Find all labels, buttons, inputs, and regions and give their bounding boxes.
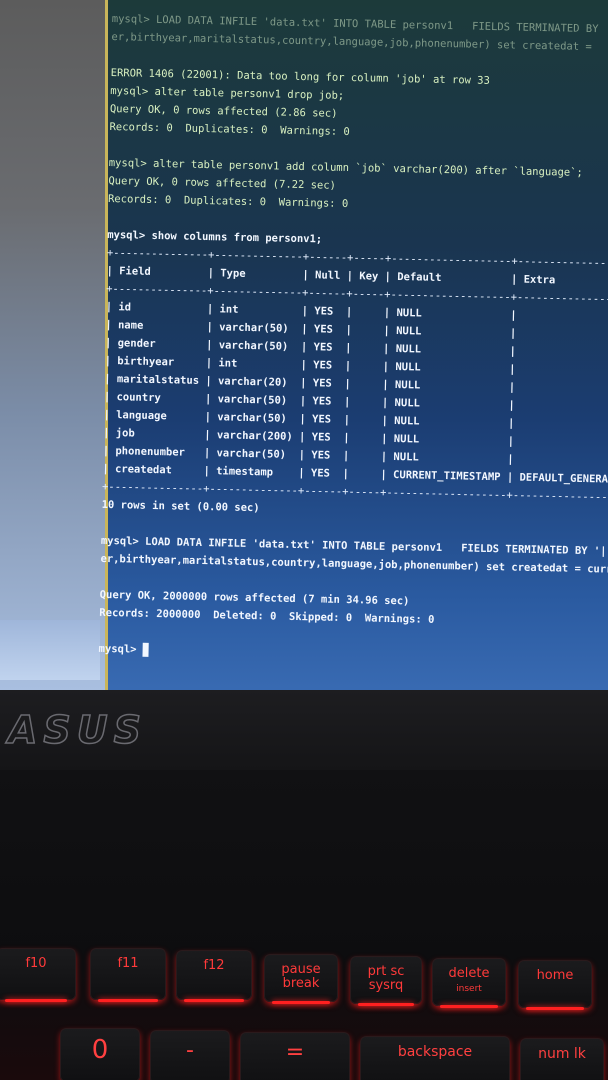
key-prtsc[interactable]: prt sc sysrq (350, 956, 422, 1006)
key-backspace[interactable]: backspace (360, 1036, 510, 1080)
key-numlock[interactable]: num lk (520, 1038, 604, 1080)
laptop-screen: mysql> LOAD DATA INFILE 'data.txt' INTO … (0, 0, 608, 700)
brand-logo: ASUS (7, 707, 148, 753)
key-minus[interactable]: - (150, 1030, 230, 1080)
key-pause[interactable]: pause break (264, 954, 338, 1004)
key-delete[interactable]: delete insert (432, 958, 506, 1008)
terminal-window[interactable]: mysql> LOAD DATA INFILE 'data.txt' INTO … (98, 10, 608, 700)
key-f11[interactable]: f11 (90, 948, 166, 1002)
key-0[interactable]: 0 (60, 1028, 140, 1080)
key-f10[interactable]: f10 (0, 948, 76, 1002)
key-home[interactable]: home (518, 960, 592, 1010)
key-f12[interactable]: f12 (176, 950, 252, 1002)
taskbar-strip (0, 620, 100, 680)
keyboard-deck: f10 f11 f12 pause break prt sc sysrq del… (0, 770, 608, 1080)
text-cursor (142, 642, 150, 657)
desktop-background (0, 0, 108, 690)
key-equals[interactable]: = (240, 1032, 350, 1080)
